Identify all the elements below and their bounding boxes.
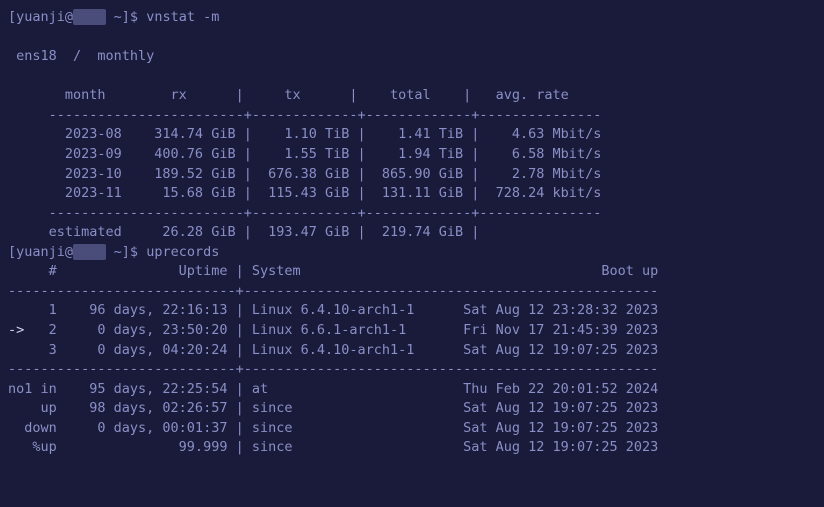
command-vnstat: vnstat -m — [146, 9, 219, 25]
uprecords-row: 3 0 days, 04:20:24 | Linux 6.4.10-arch1-… — [8, 342, 658, 358]
command-uprecords: uprecords — [146, 244, 219, 260]
uprecords-divider: ----------------------------+-----------… — [8, 361, 658, 377]
prompt-prefix: [yuanji@ — [8, 9, 73, 25]
uprecords-summary: no1 in 95 days, 22:25:54 | at Thu Feb 22… — [8, 381, 658, 397]
uprecords-summary: %up 99.999 | since Sat Aug 12 19:07:25 2… — [8, 439, 658, 455]
arrow-icon: -> — [8, 322, 24, 338]
prompt-line-1: [yuanji@ ~]$ vnstat -m — [8, 9, 219, 25]
vnstat-row: 2023-10 189.52 GiB | 676.38 GiB | 865.90… — [8, 166, 601, 182]
prompt-line-2: [yuanji@ ~]$ uprecords — [8, 244, 219, 260]
vnstat-header: month rx | tx | total | avg. rate — [8, 87, 569, 103]
vnstat-divider: ------------------------+-------------+-… — [8, 205, 601, 221]
vnstat-estimated: estimated 26.28 GiB | 193.47 GiB | 219.7… — [8, 224, 479, 240]
uprecords-row-text: 2 0 days, 23:50:20 | Linux 6.6.1-arch1-1… — [24, 322, 658, 338]
blank-line — [8, 68, 16, 84]
uprecords-row: 1 96 days, 22:16:13 | Linux 6.4.10-arch1… — [8, 302, 658, 318]
blank-line — [8, 29, 16, 45]
uprecords-summary: down 0 days, 00:01:37 | since Sat Aug 12… — [8, 420, 658, 436]
uprecords-row-current: -> 2 0 days, 23:50:20 | Linux 6.6.1-arch… — [8, 322, 658, 338]
vnstat-divider: ------------------------+-------------+-… — [8, 107, 601, 123]
vnstat-interface: ens18 / monthly — [8, 48, 154, 64]
prompt-prefix: [yuanji@ — [8, 244, 73, 260]
uprecords-header: # Uptime | System Boot up — [8, 263, 658, 279]
vnstat-row: 2023-11 15.68 GiB | 115.43 GiB | 131.11 … — [8, 185, 601, 201]
prompt-suffix: ~]$ — [106, 244, 147, 260]
uprecords-divider: ----------------------------+-----------… — [8, 283, 658, 299]
hostname-blur — [73, 9, 106, 25]
hostname-blur — [73, 244, 106, 260]
uprecords-summary: up 98 days, 02:26:57 | since Sat Aug 12 … — [8, 400, 658, 416]
prompt-suffix: ~]$ — [106, 9, 147, 25]
vnstat-row: 2023-08 314.74 GiB | 1.10 TiB | 1.41 TiB… — [8, 126, 601, 142]
vnstat-row: 2023-09 400.76 GiB | 1.55 TiB | 1.94 TiB… — [8, 146, 601, 162]
